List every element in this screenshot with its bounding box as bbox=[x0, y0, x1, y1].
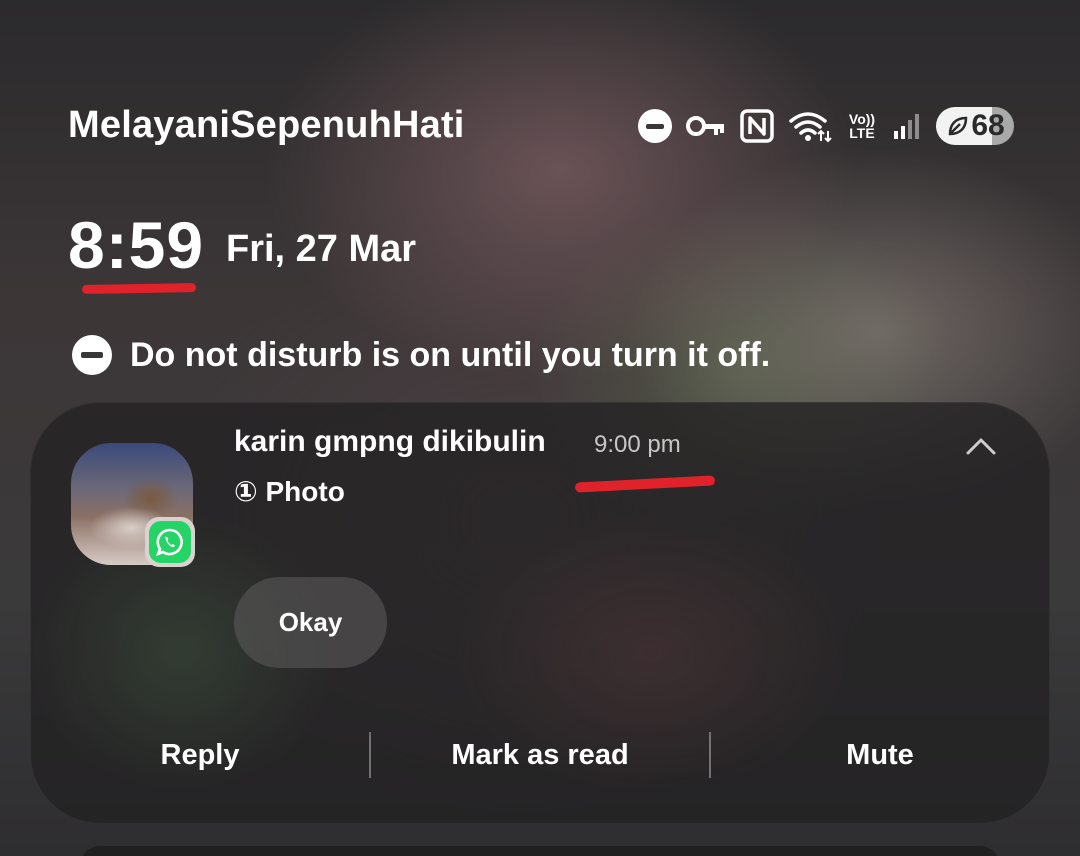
battery-saver-icon bbox=[949, 116, 968, 136]
carrier-name: MelayaniSepenuhHati bbox=[68, 104, 465, 146]
vpn-key-icon bbox=[686, 113, 726, 139]
clock-time[interactable]: 8:59 bbox=[68, 210, 204, 280]
chevron-up-icon bbox=[966, 438, 996, 455]
mute-button[interactable]: Mute bbox=[711, 739, 1049, 772]
do-not-disturb-icon bbox=[72, 335, 112, 375]
collapse-button[interactable] bbox=[963, 431, 999, 461]
battery-level: 68 bbox=[971, 109, 1005, 142]
volte-icon: Vo)) LTE bbox=[846, 112, 878, 140]
annotation-underline-time bbox=[574, 475, 716, 493]
dnd-banner-text: Do not disturb is on until you turn it o… bbox=[130, 335, 771, 374]
annotation-underline-clock bbox=[81, 283, 197, 294]
do-not-disturb-icon bbox=[638, 109, 672, 143]
status-icons: Vo)) LTE 68 bbox=[638, 104, 1014, 148]
quick-reply-okay-button[interactable]: Okay bbox=[234, 577, 387, 668]
notification-actions: Reply Mark as read Mute bbox=[31, 731, 1049, 779]
battery-indicator: 68 bbox=[936, 107, 1014, 145]
lte-label: LTE bbox=[849, 125, 875, 141]
signal-icon bbox=[892, 111, 922, 141]
dnd-banner[interactable]: Do not disturb is on until you turn it o… bbox=[72, 334, 770, 376]
notification-time: 9:00 pm bbox=[594, 431, 681, 458]
nfc-icon bbox=[740, 109, 774, 143]
notification-card[interactable]: karin gmpng dikibulin 9:00 pm ① Photo Ok… bbox=[30, 402, 1050, 824]
reply-button[interactable]: Reply bbox=[31, 739, 369, 772]
notification-sender: karin gmpng dikibulin bbox=[234, 425, 546, 458]
next-notification-card[interactable] bbox=[80, 846, 1000, 856]
clock-date[interactable]: Fri, 27 Mar bbox=[226, 228, 416, 271]
wifi-icon bbox=[788, 109, 832, 143]
mark-as-read-button[interactable]: Mark as read bbox=[371, 739, 709, 772]
notification-message: ① Photo bbox=[234, 476, 345, 507]
whatsapp-icon bbox=[145, 517, 195, 567]
